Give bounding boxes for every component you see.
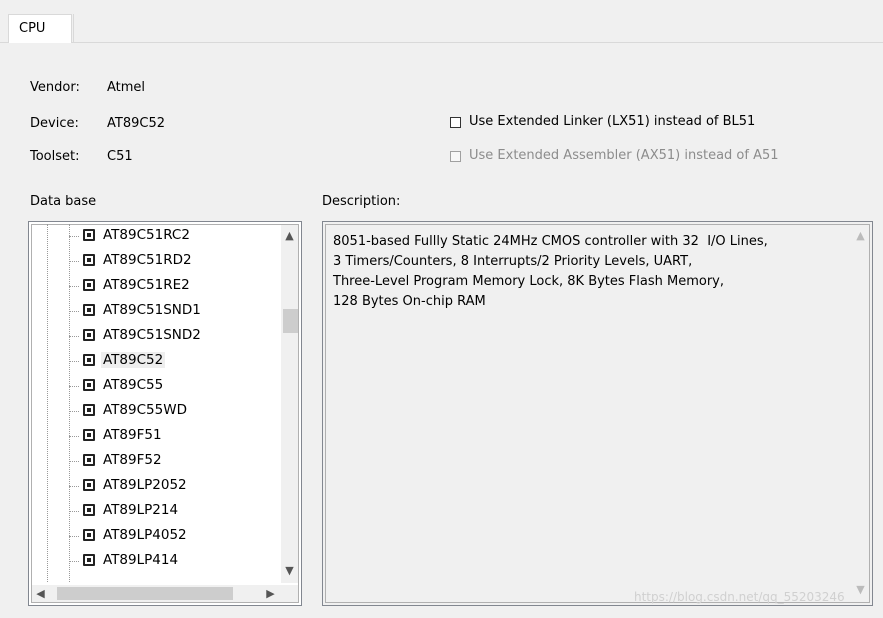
tree-line-inner (69, 224, 70, 582)
description-text: 8051-based Fullly Static 24MHz CMOS cont… (333, 234, 768, 309)
chip-icon (83, 429, 95, 441)
tree-item[interactable]: AT89C55 (69, 375, 277, 397)
tree-connector (69, 411, 79, 412)
scroll-left-icon[interactable]: ◀ (32, 585, 49, 602)
tree-item-label: AT89C51SND2 (103, 327, 201, 343)
tree-connector (69, 286, 79, 287)
watermark: https://blog.csdn.net/qq_55203246 (634, 590, 845, 604)
tree-connector (69, 486, 79, 487)
tree-item[interactable]: AT89LP2052 (69, 475, 277, 497)
chip-icon (83, 404, 95, 416)
tree-connector (69, 261, 79, 262)
vendor-label: Vendor: (30, 80, 80, 95)
tree-item-label: AT89F51 (103, 427, 162, 443)
chip-icon (83, 254, 95, 266)
scroll-up-icon[interactable]: ▲ (281, 227, 298, 244)
ax51-checkbox (450, 151, 461, 162)
tree-connector (69, 236, 79, 237)
tree-connector (69, 511, 79, 512)
tree-item[interactable]: AT89C51RE2 (69, 275, 277, 297)
lx51-checkbox[interactable] (450, 117, 461, 128)
tree-item-label: AT89C52 (101, 352, 166, 368)
tab-divider (73, 14, 74, 43)
tree-item[interactable]: AT89C51SND1 (69, 300, 277, 322)
tree-connector (69, 536, 79, 537)
tree-connector (69, 311, 79, 312)
tree-item-label: AT89C51RC2 (103, 227, 190, 243)
chip-icon (83, 479, 95, 491)
tab-strip-line (0, 42, 883, 43)
description-label: Description: (322, 194, 401, 209)
chip-icon (83, 229, 95, 241)
chip-icon (83, 504, 95, 516)
chip-icon (83, 279, 95, 291)
tree-line-outer (47, 224, 48, 582)
device-tree[interactable]: AT89C51RC2 AT89C51RD2 AT89C51RE2 AT89C51SND… (28, 221, 302, 606)
tree-item-label: AT89C51RD2 (103, 252, 192, 268)
hscroll-thumb[interactable] (57, 587, 233, 600)
device-value: AT89C52 (107, 116, 165, 131)
tree-item[interactable]: AT89F52 (69, 450, 277, 472)
tree-item-label: AT89LP2052 (103, 477, 187, 493)
description-vscrollbar[interactable]: ▲ ▼ (852, 225, 869, 602)
tree-item-label: AT89LP414 (103, 552, 179, 568)
tree-item-label: AT89C51SND1 (103, 302, 201, 318)
chip-icon (83, 304, 95, 316)
tree-item[interactable]: AT89F51 (69, 425, 277, 447)
chip-icon (83, 354, 95, 366)
device-label: Device: (30, 116, 79, 131)
toolset-value: C51 (107, 149, 133, 164)
device-tree-vscrollbar[interactable]: ▲ ▼ (281, 225, 298, 583)
toolset-label: Toolset: (30, 149, 80, 164)
tree-connector (69, 561, 79, 562)
vendor-value: Atmel (107, 80, 146, 95)
ax51-label: Use Extended Assembler (AX51) instead of… (469, 148, 779, 163)
scroll-corner (281, 585, 298, 602)
tree-item-label: AT89LP214 (103, 502, 179, 518)
tree-connector (69, 361, 79, 362)
tree-connector (69, 436, 79, 437)
tree-item[interactable]: AT89LP414 (69, 550, 277, 572)
tree-connector (69, 336, 79, 337)
tab-cpu[interactable]: CPU (8, 14, 72, 43)
tree-item-label: AT89C55 (103, 377, 164, 393)
tree-item[interactable]: AT89C55WD (69, 400, 277, 422)
tree-item[interactable]: AT89LP214 (69, 500, 277, 522)
tab-cpu-label: CPU (19, 21, 46, 36)
tree-item-label: AT89C51RE2 (103, 277, 190, 293)
desc-scroll-down-icon[interactable]: ▼ (852, 581, 869, 598)
desc-scroll-up-icon[interactable]: ▲ (852, 227, 869, 244)
vscroll-thumb[interactable] (283, 309, 298, 333)
chip-icon (83, 454, 95, 466)
tree-item-label: AT89LP4052 (103, 527, 187, 543)
tree-item-label: AT89F52 (103, 452, 162, 468)
chip-icon (83, 329, 95, 341)
scroll-down-icon[interactable]: ▼ (281, 562, 298, 579)
tree-item[interactable]: AT89C52 (69, 350, 277, 372)
device-tree-hscrollbar[interactable]: ◀ ▶ (32, 585, 282, 602)
tree-connector (69, 461, 79, 462)
description-box[interactable]: 8051-based Fullly Static 24MHz CMOS cont… (322, 221, 873, 606)
database-label: Data base (30, 194, 97, 209)
chip-icon (83, 379, 95, 391)
tree-item[interactable]: AT89C51RC2 (69, 225, 277, 247)
chip-icon (83, 529, 95, 541)
tree-item-label: AT89C55WD (103, 402, 187, 418)
chip-icon (83, 554, 95, 566)
tree-item[interactable]: AT89C51SND2 (69, 325, 277, 347)
tree-item[interactable]: AT89LP4052 (69, 525, 277, 547)
scroll-right-icon[interactable]: ▶ (262, 585, 279, 602)
lx51-label[interactable]: Use Extended Linker (LX51) instead of BL… (469, 114, 755, 129)
tree-connector (69, 386, 79, 387)
tree-item[interactable]: AT89C51RD2 (69, 250, 277, 272)
